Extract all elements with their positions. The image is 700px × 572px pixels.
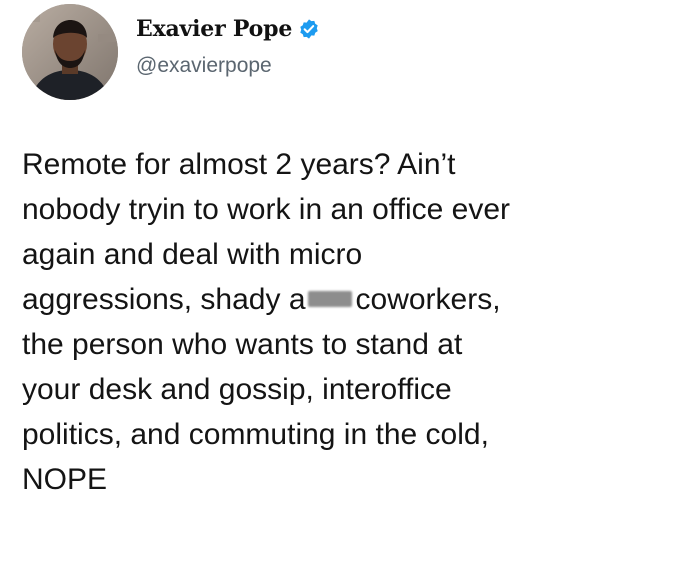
tweet-line: your desk and gossip, interoffice [22, 373, 452, 406]
tweet-line-segment: coworkers, [355, 283, 501, 316]
tweet-card: Exavier Pope @exavierpope Remote for alm… [0, 0, 700, 572]
avatar-photo [22, 4, 118, 100]
tweet-line-redacted: aggressions, shady a coworkers, [22, 277, 682, 322]
author-name-row: Exavier Pope [136, 16, 320, 42]
author-display-name[interactable]: Exavier Pope [136, 16, 292, 42]
tweet-line: Remote for almost 2 years? Ain’t [22, 148, 456, 181]
redaction-bar [307, 291, 352, 307]
tweet-line: nobody tryin to work in an office ever [22, 193, 511, 226]
tweet-line: NOPE [22, 463, 108, 496]
tweet-line: the person who wants to stand at [22, 328, 463, 361]
tweet-text: Remote for almost 2 years? Ain’t nobody … [22, 142, 682, 502]
avatar[interactable] [22, 4, 118, 100]
tweet-line: politics, and commuting in the cold, [22, 418, 489, 451]
tweet-line-segment: aggressions, shady a [22, 283, 306, 316]
verified-badge-icon [298, 18, 320, 40]
tweet-line: again and deal with micro [22, 238, 363, 271]
author-handle[interactable]: @exavierpope [136, 54, 272, 78]
